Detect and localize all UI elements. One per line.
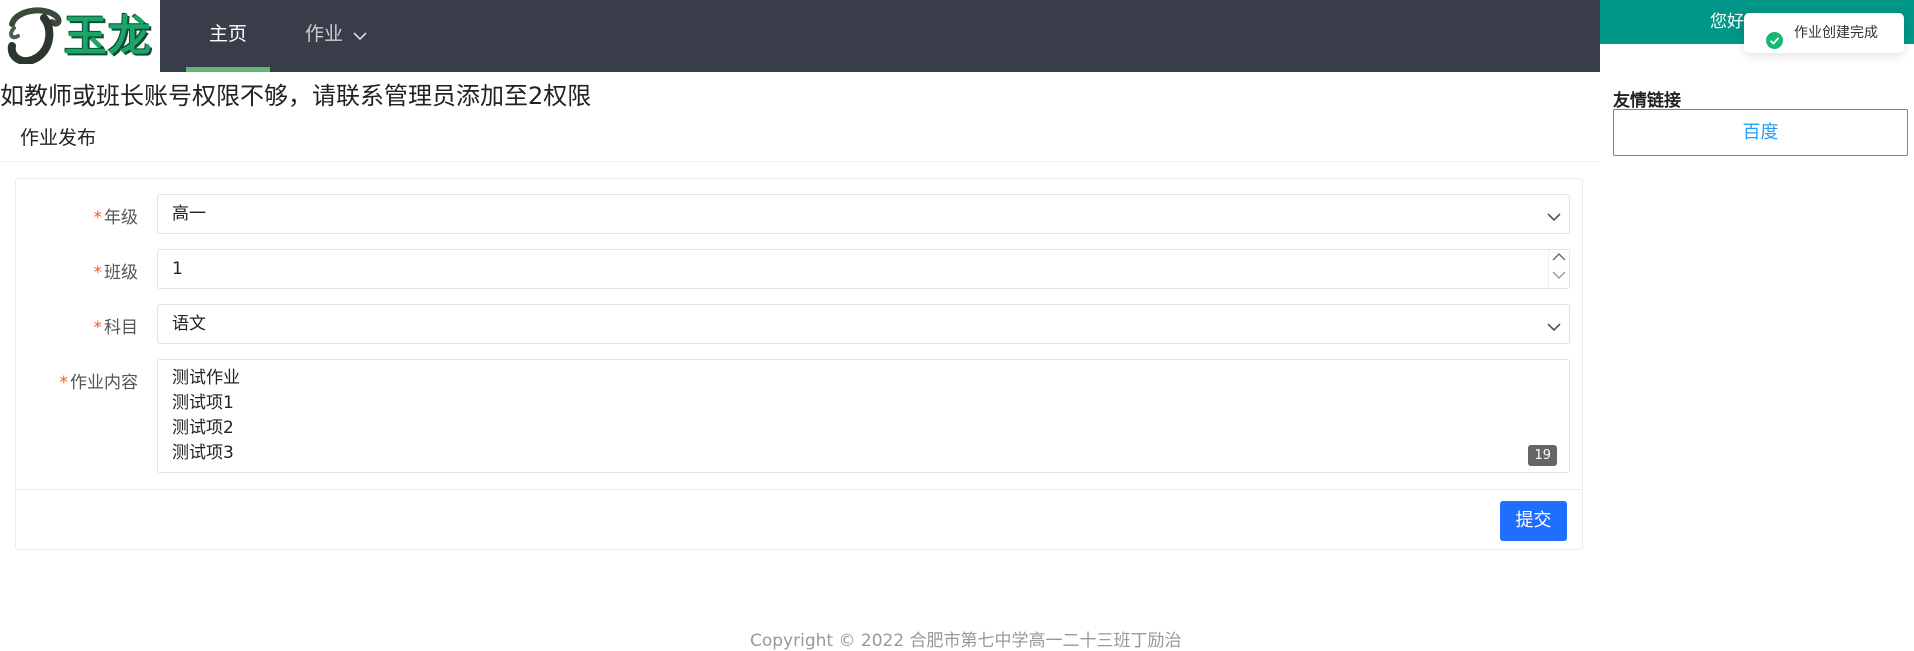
submit-button[interactable]: 提交 [1500,501,1567,541]
class-value: 1 [172,259,183,279]
homework-form: * 年级 高一 * 班级 1 * 科目 语文 * 作业内容 测试作业 测试项1 测试项2 [15,178,1583,550]
title-divider [0,161,1600,162]
required-mark: * [93,263,103,283]
chevron-up-icon[interactable] [1552,252,1566,262]
char-count-badge: 19 [1528,445,1557,466]
chevron-down-icon [1547,317,1561,337]
content-line: 测试项1 [172,393,234,413]
content-label: * 作业内容 [59,373,139,393]
logo-text: 玉龙 [64,12,152,62]
required-mark: * [93,208,103,228]
copyright-footer: Copyright © 2022 合肥市第七中学高一二十三班丁励治 [750,631,1182,651]
class-label: * 班级 [93,263,139,283]
nav-item-home-label: 主页 [208,23,247,45]
content-line: 测试作业 [172,368,240,388]
card-title: 作业发布 [20,127,97,149]
required-mark: * [59,373,69,393]
nav-item-homework[interactable]: 作业 [294,0,378,72]
number-stepper[interactable] [1548,250,1569,288]
permission-notice: 如教师或班长账号权限不够，请联系管理员添加至2权限 [0,82,592,110]
check-circle-icon [1766,25,1783,65]
nav-item-homework-label: 作业 [304,23,343,45]
toast-message: 作业创建完成 [1794,25,1878,41]
subject-label: * 科目 [93,318,139,338]
chevron-down-icon [1547,207,1561,227]
user-greeting: 您好 [1710,12,1744,32]
chevron-down-icon[interactable] [1552,270,1566,280]
subject-select[interactable]: 语文 [157,304,1570,344]
link-baidu[interactable]: 百度 [1613,109,1908,156]
content-line: 测试项2 [172,418,234,438]
required-mark: * [93,318,103,338]
class-number-input[interactable]: 1 [157,249,1570,289]
subject-value: 语文 [172,314,206,334]
content-line: 测试项3 [172,443,234,463]
content-textarea[interactable]: 测试作业 测试项1 测试项2 测试项3 19 [157,359,1570,473]
form-divider [16,489,1582,490]
success-toast: 作业创建完成 [1744,13,1904,53]
jade-dragon-logo-icon [7,7,62,64]
chevron-down-icon [353,1,367,69]
nav-item-home[interactable]: 主页 [186,0,270,72]
friendly-links-title: 友情链接 [1613,91,1681,111]
top-navbar: 主页 作业 [160,0,1600,72]
grade-label: * 年级 [93,208,139,228]
grade-value: 高一 [172,204,206,224]
site-logo[interactable]: 玉龙 [0,0,160,72]
grade-select[interactable]: 高一 [157,194,1570,234]
content-lines: 测试作业 测试项1 测试项2 测试项3 [172,366,240,466]
